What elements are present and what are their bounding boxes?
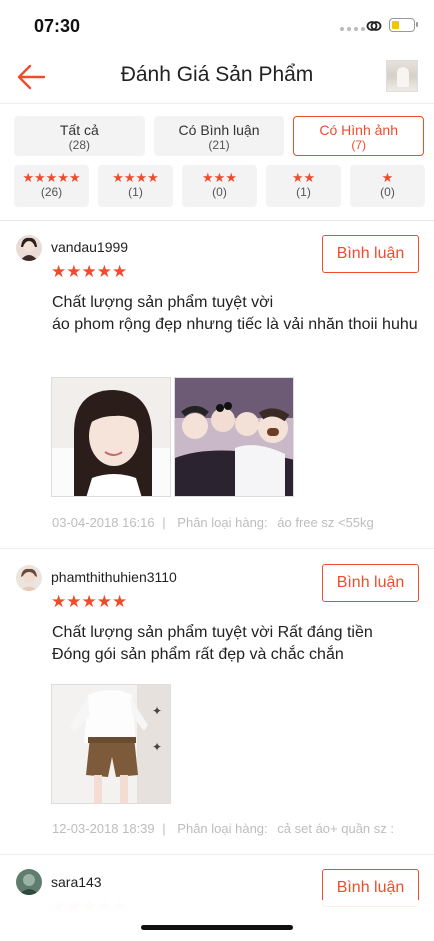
tab-all[interactable]: Tất cả (28) [14, 116, 145, 156]
meta-separator: | [162, 515, 166, 530]
tab-count: (21) [208, 138, 230, 152]
filter-tabs: Tất cả (28) Có Bình luận (21) Có Hình ản… [0, 104, 434, 156]
avatar[interactable] [16, 869, 42, 895]
star-icons: ★★★★ [112, 170, 159, 185]
review-username: sara143 [51, 874, 102, 890]
star-filter-3[interactable]: ★★★ (0) [182, 165, 257, 207]
meta-separator: | [162, 821, 166, 836]
review-meta: 03-04-2018 16:16 | Phân loại hàng: áo fr… [52, 515, 378, 530]
review-photo[interactable]: ✦ ✦ [51, 684, 171, 804]
star-filter-count: (1) [296, 185, 311, 199]
tab-label: Tất cả [59, 122, 99, 138]
avatar[interactable] [16, 565, 42, 591]
home-indicator-bar [141, 925, 293, 930]
svg-text:✦: ✦ [152, 704, 162, 718]
star-icons: ★★★★★ [22, 170, 81, 185]
review-photo[interactable] [51, 377, 171, 497]
variant-label: Phân loại hàng: [177, 515, 268, 530]
star-filter-count: (26) [40, 185, 63, 199]
star-filter-2[interactable]: ★★ (1) [266, 165, 341, 207]
tab-label: Có Hình ảnh [319, 122, 398, 138]
status-bar: 07:30 [0, 0, 434, 50]
top-nav: Đánh Giá Sản Phẩm [0, 50, 434, 104]
svg-text:✦: ✦ [152, 740, 162, 754]
battery-icon [389, 18, 418, 32]
review-stars: ★★★★★ [51, 262, 128, 281]
review-photo[interactable] [174, 377, 294, 497]
star-icons: ★ [381, 170, 394, 185]
variant-label: Phân loại hàng: [177, 821, 268, 836]
comment-button[interactable]: Bình luận [322, 564, 419, 602]
review-date: 12-03-2018 18:39 [52, 821, 155, 836]
review-username: phamthithuhien3110 [51, 569, 177, 585]
review-text-line: Chất lượng sản phẩm tuyệt vời [52, 294, 274, 311]
status-time: 07:30 [34, 16, 81, 36]
star-filters: ★★★★★ (26) ★★★★ (1) ★★★ (0) ★★ (1) ★ (0) [0, 156, 434, 207]
avatar[interactable] [16, 235, 42, 261]
bottom-safe-area [0, 900, 434, 941]
variant-value: áo free sz <55kg [277, 515, 374, 530]
star-icons: ★★ [291, 170, 316, 185]
page-title: Đánh Giá Sản Phẩm [120, 63, 314, 86]
tab-count: (7) [351, 138, 367, 152]
star-filter-1[interactable]: ★ (0) [350, 165, 425, 207]
star-filter-count: (0) [380, 185, 395, 199]
tab-with-comment[interactable]: Có Bình luận (21) [153, 116, 285, 156]
star-filter-count: (0) [212, 185, 227, 199]
review-item: vandau1999 ★★★★★ Bình luận Chất lượng sả… [0, 221, 434, 549]
review-username: vandau1999 [51, 239, 129, 255]
review-text: Chất lượng sản phẩm tuyệt vời Rất đáng t… [52, 622, 420, 666]
star-filter-5[interactable]: ★★★★★ (26) [14, 165, 89, 207]
review-text-line: Chất lượng sản phẩm tuyệt vời Rất đáng t… [52, 624, 373, 641]
review-stars: ★★★★★ [51, 592, 128, 611]
star-filter-count: (1) [128, 185, 143, 199]
link-icon [366, 21, 382, 31]
review-date: 03-04-2018 16:16 [52, 515, 155, 530]
tab-label: Có Bình luận [178, 122, 260, 138]
star-icons: ★★★ [202, 170, 237, 185]
signal-icon [340, 27, 365, 31]
tab-count: (28) [68, 138, 90, 152]
review-meta: 12-03-2018 18:39 | Phân loại hàng: cả se… [52, 821, 398, 836]
review-item: phamthithuhien3110 ★★★★★ Bình luận Chất … [0, 549, 434, 855]
star-filter-4[interactable]: ★★★★ (1) [98, 165, 173, 207]
variant-value: cả set áo+ quần sz : [277, 821, 394, 836]
tab-with-image[interactable]: Có Hình ảnh (7) [293, 116, 425, 156]
product-thumbnail[interactable] [386, 60, 418, 92]
review-text: Chất lượng sản phẩm tuyệt vời áo phom rộ… [52, 292, 420, 336]
review-text-line: áo phom rộng đẹp nhưng tiếc là vải nhăn … [52, 316, 418, 333]
review-text-line: Đóng gói sản phẩm rất đẹp và chắc chắn [52, 646, 344, 663]
comment-button[interactable]: Bình luận [322, 235, 419, 273]
